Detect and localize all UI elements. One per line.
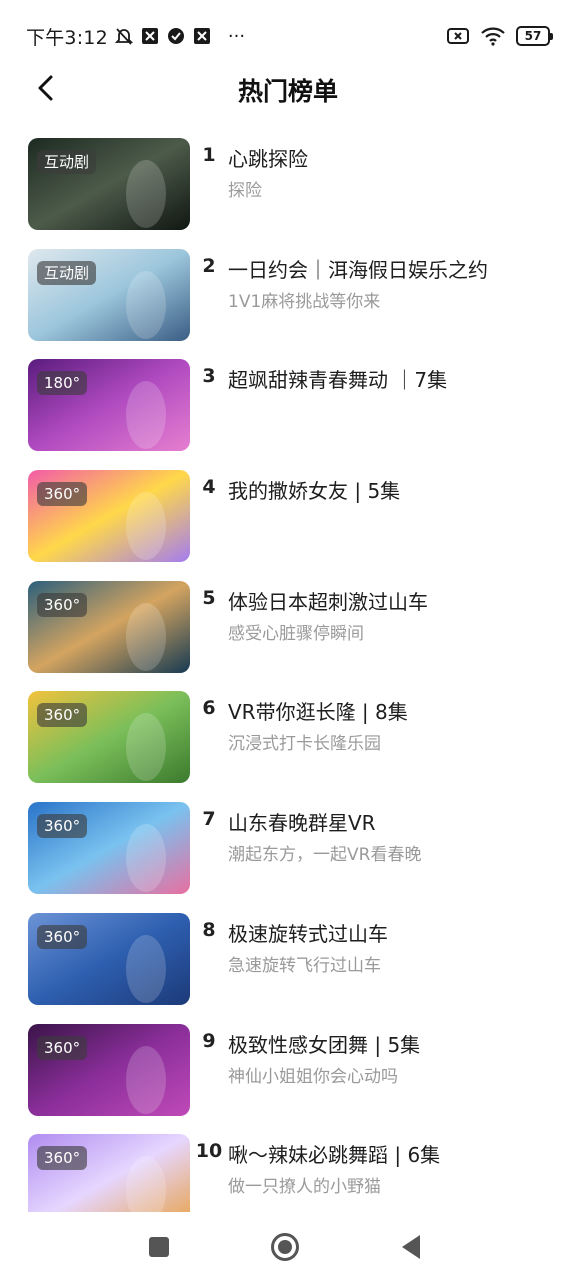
mute-icon (114, 26, 134, 46)
item-subtitle: 沉浸式打卡长隆乐园 (228, 734, 381, 755)
thumbnail-figure (126, 381, 166, 450)
thumbnail-figure (126, 492, 166, 561)
screen: 下午3:12 ··· 57 热门榜单 互动剧 1 心跳探险 探险 互动剧 2 一… (0, 0, 576, 1280)
wifi-icon (480, 26, 506, 46)
item-subtitle: 做一只撩人的小野猫 (228, 1177, 381, 1198)
list-item[interactable]: 360° 6 VR带你逛长隆 | 8集 沉浸式打卡长隆乐园 (0, 691, 576, 802)
thumbnail: 360° (28, 470, 190, 563)
thumbnail: 360° (28, 580, 190, 673)
status-time: 下午3:12 (26, 26, 108, 49)
check-badge-icon (166, 26, 186, 46)
format-badge: 360° (37, 482, 88, 507)
item-subtitle: 1V1麻将挑战等你来 (228, 291, 381, 312)
triangle-back-icon (402, 1235, 420, 1259)
rank-number: 7 (202, 808, 216, 831)
format-badge: 360° (37, 1146, 88, 1171)
list-item[interactable]: 360° 9 极致性感女团舞 | 5集 神仙小姐姐你会心动吗 (0, 1023, 576, 1135)
list-item[interactable]: 360° 4 我的撒娇女友 | 5集 (0, 470, 576, 581)
item-title: 我的撒娇女友 | 5集 (228, 479, 401, 504)
rank-number: 2 (202, 254, 216, 277)
format-badge: 360° (37, 703, 88, 728)
thumbnail: 360° (28, 691, 190, 784)
item-title: 心跳探险 (228, 147, 308, 171)
format-badge: 360° (37, 924, 88, 949)
recents-button[interactable] (144, 1232, 174, 1262)
item-title: 啾～辣妹必跳舞蹈 | 6集 (228, 1143, 441, 1168)
thumbnail-figure (126, 713, 166, 782)
rank-number: 8 (202, 918, 216, 941)
rank-number: 5 (202, 586, 216, 609)
thumbnail: 360° (28, 802, 190, 895)
page-title: 热门榜单 (237, 77, 338, 106)
rank-number: 9 (202, 1029, 216, 1052)
square-icon (149, 1237, 169, 1257)
item-title: 山东春晚群星VR (228, 811, 376, 836)
list-item[interactable]: 360° 7 山东春晚群星VR 潮起东方，一起VR看春晚 (0, 802, 576, 913)
item-title: 一日约会｜洱海假日娱乐之约 (228, 257, 488, 282)
format-badge: 360° (37, 592, 88, 617)
list-item[interactable]: 360° 5 体验日本超刺激过山车 感受心脏骤停瞬间 (0, 580, 576, 692)
thumbnail: 360° (28, 912, 190, 1005)
rank-number: 4 (202, 476, 216, 499)
format-badge: 180° (37, 371, 88, 396)
item-subtitle: 潮起东方，一起VR看春晚 (228, 845, 422, 866)
thumbnail: 180° (28, 359, 190, 452)
list-item[interactable]: 180° 3 超飒甜辣青春舞动 ｜7集 (0, 359, 576, 470)
item-subtitle: 感受心脏骤停瞬间 (228, 623, 364, 644)
list-item[interactable]: 360° 8 极速旋转式过山车 急速旋转飞行过山车 (0, 912, 576, 1024)
more-notifications-icon: ··· (227, 25, 246, 47)
item-subtitle: 急速旋转飞行过山车 (228, 955, 381, 976)
thumbnail-figure (126, 824, 166, 893)
app-notification-icon-2 (192, 26, 212, 46)
header: 热门榜单 (0, 60, 576, 116)
ranking-list: 互动剧 1 心跳探险 探险 互动剧 2 一日约会｜洱海假日娱乐之约 1V1麻将挑… (0, 138, 576, 1245)
thumbnail-figure (126, 270, 166, 339)
thumbnail-figure (126, 1045, 166, 1114)
format-badge: 互动剧 (37, 260, 97, 285)
item-title: 超飒甜辣青春舞动 ｜7集 (228, 368, 448, 393)
rank-number: 1 (202, 144, 216, 166)
format-badge: 360° (37, 814, 88, 839)
thumbnail-figure (126, 602, 166, 671)
list-item[interactable]: 互动剧 1 心跳探险 探险 (0, 138, 576, 249)
system-nav-bar (0, 1212, 576, 1280)
item-subtitle: 探险 (228, 181, 262, 201)
rank-number: 6 (202, 697, 216, 720)
circle-icon (271, 1233, 299, 1261)
thumbnail: 360° (28, 1023, 190, 1116)
status-right: 57 (446, 26, 553, 46)
thumbnail: 互动剧 (28, 248, 190, 341)
sim-off-icon (446, 26, 470, 46)
list-item[interactable]: 互动剧 2 一日约会｜洱海假日娱乐之约 1V1麻将挑战等你来 (0, 248, 576, 360)
back-nav-button[interactable] (396, 1232, 426, 1262)
item-title: VR带你逛长隆 | 8集 (228, 700, 408, 725)
battery-icon: 57 (516, 26, 553, 46)
format-badge: 360° (37, 1035, 88, 1060)
rank-number: 3 (202, 365, 216, 388)
thumbnail: 互动剧 (28, 138, 190, 230)
app-notification-icon (140, 26, 160, 46)
rank-number: 10 (195, 1140, 223, 1163)
home-button[interactable] (270, 1232, 300, 1262)
format-badge: 互动剧 (37, 150, 97, 174)
item-title: 极致性感女团舞 | 5集 (228, 1032, 421, 1057)
thumbnail-figure (126, 160, 166, 228)
item-title: 体验日本超刺激过山车 (228, 589, 428, 614)
thumbnail-figure (126, 934, 166, 1003)
item-title: 极速旋转式过山车 (228, 921, 388, 946)
item-subtitle: 神仙小姐姐你会心动吗 (228, 1066, 398, 1087)
status-left: 下午3:12 ··· (26, 23, 245, 50)
